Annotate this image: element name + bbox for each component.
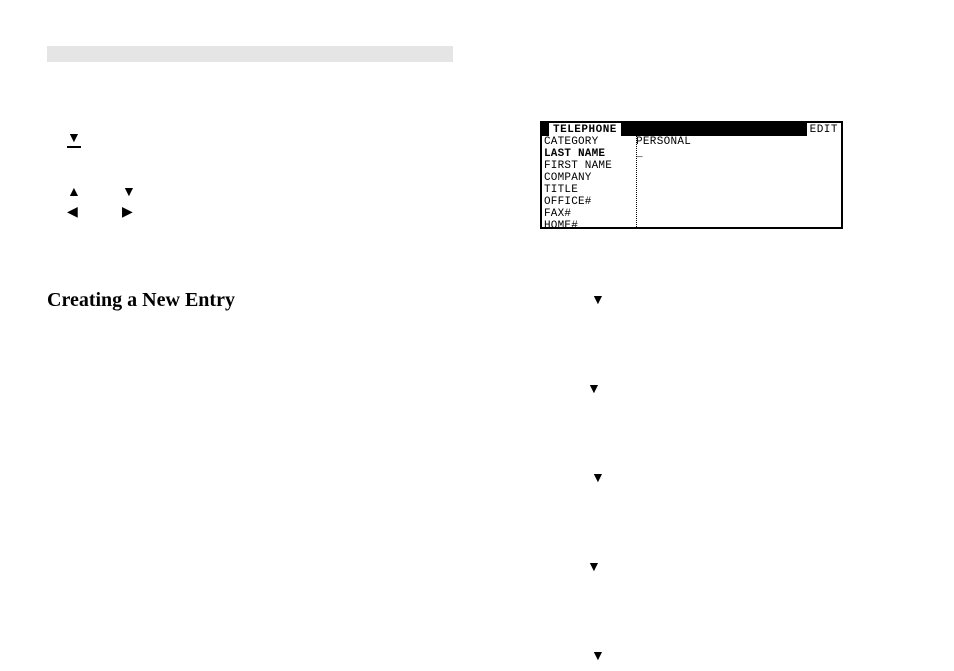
down-arrow-icon: ▼ xyxy=(591,647,605,663)
lcd-label: LAST NAME xyxy=(542,148,636,160)
lcd-mode: EDIT xyxy=(807,123,841,136)
down-arrow-icon: ▼ xyxy=(591,291,605,307)
down-arrow-icon: ▼ xyxy=(67,129,81,145)
up-arrow-icon: ▲ xyxy=(67,183,81,199)
right-arrow-icon: ▶ xyxy=(122,203,133,220)
left-arrow-icon: ◀ xyxy=(67,203,78,220)
lcd-row: COMPANY xyxy=(542,172,841,184)
lcd-divider xyxy=(636,136,637,227)
lcd-label: CATEGORY xyxy=(542,136,636,148)
lcd-label: FAX# xyxy=(542,208,636,220)
lcd-row: TITLE xyxy=(542,184,841,196)
lcd-label: FIRST NAME xyxy=(542,160,636,172)
down-arrow-icon: ▼ xyxy=(587,558,601,574)
lcd-label: COMPANY xyxy=(542,172,636,184)
lcd-row: FAX# xyxy=(542,208,841,220)
lcd-label: TITLE xyxy=(542,184,636,196)
page-root: ▼ ▲ ▼ ◀ ▶ Creating a New Entry ▼ ▼ ▼ ▼ ▼… xyxy=(0,0,954,671)
lcd-row: FIRST NAME xyxy=(542,160,841,172)
lcd-label: OFFICE# xyxy=(542,196,636,208)
lcd-header: TELEPHONE EDIT xyxy=(542,123,841,136)
heading-creating-new-entry: Creating a New Entry xyxy=(47,289,235,312)
lcd-value: _ xyxy=(636,148,643,160)
lcd-value: PERSONAL xyxy=(636,136,691,148)
down-arrow-icon: ▼ xyxy=(122,183,136,199)
lcd-row: HOME# xyxy=(542,220,841,227)
down-arrow-icon: ▼ xyxy=(587,380,601,396)
lcd-row: LAST NAME_ xyxy=(542,148,841,160)
lcd-row: CATEGORYPERSONAL xyxy=(542,136,841,148)
device-screenshot: TELEPHONE EDIT CATEGORYPERSONAL LAST NAM… xyxy=(540,121,843,229)
down-arrow-icon: ▼ xyxy=(591,469,605,485)
lcd-label: HOME# xyxy=(542,220,636,227)
lcd-title: TELEPHONE xyxy=(549,123,621,136)
lcd-row: OFFICE# xyxy=(542,196,841,208)
lcd-body: CATEGORYPERSONAL LAST NAME_ FIRST NAME C… xyxy=(542,136,841,227)
section-header-bar xyxy=(47,46,453,62)
